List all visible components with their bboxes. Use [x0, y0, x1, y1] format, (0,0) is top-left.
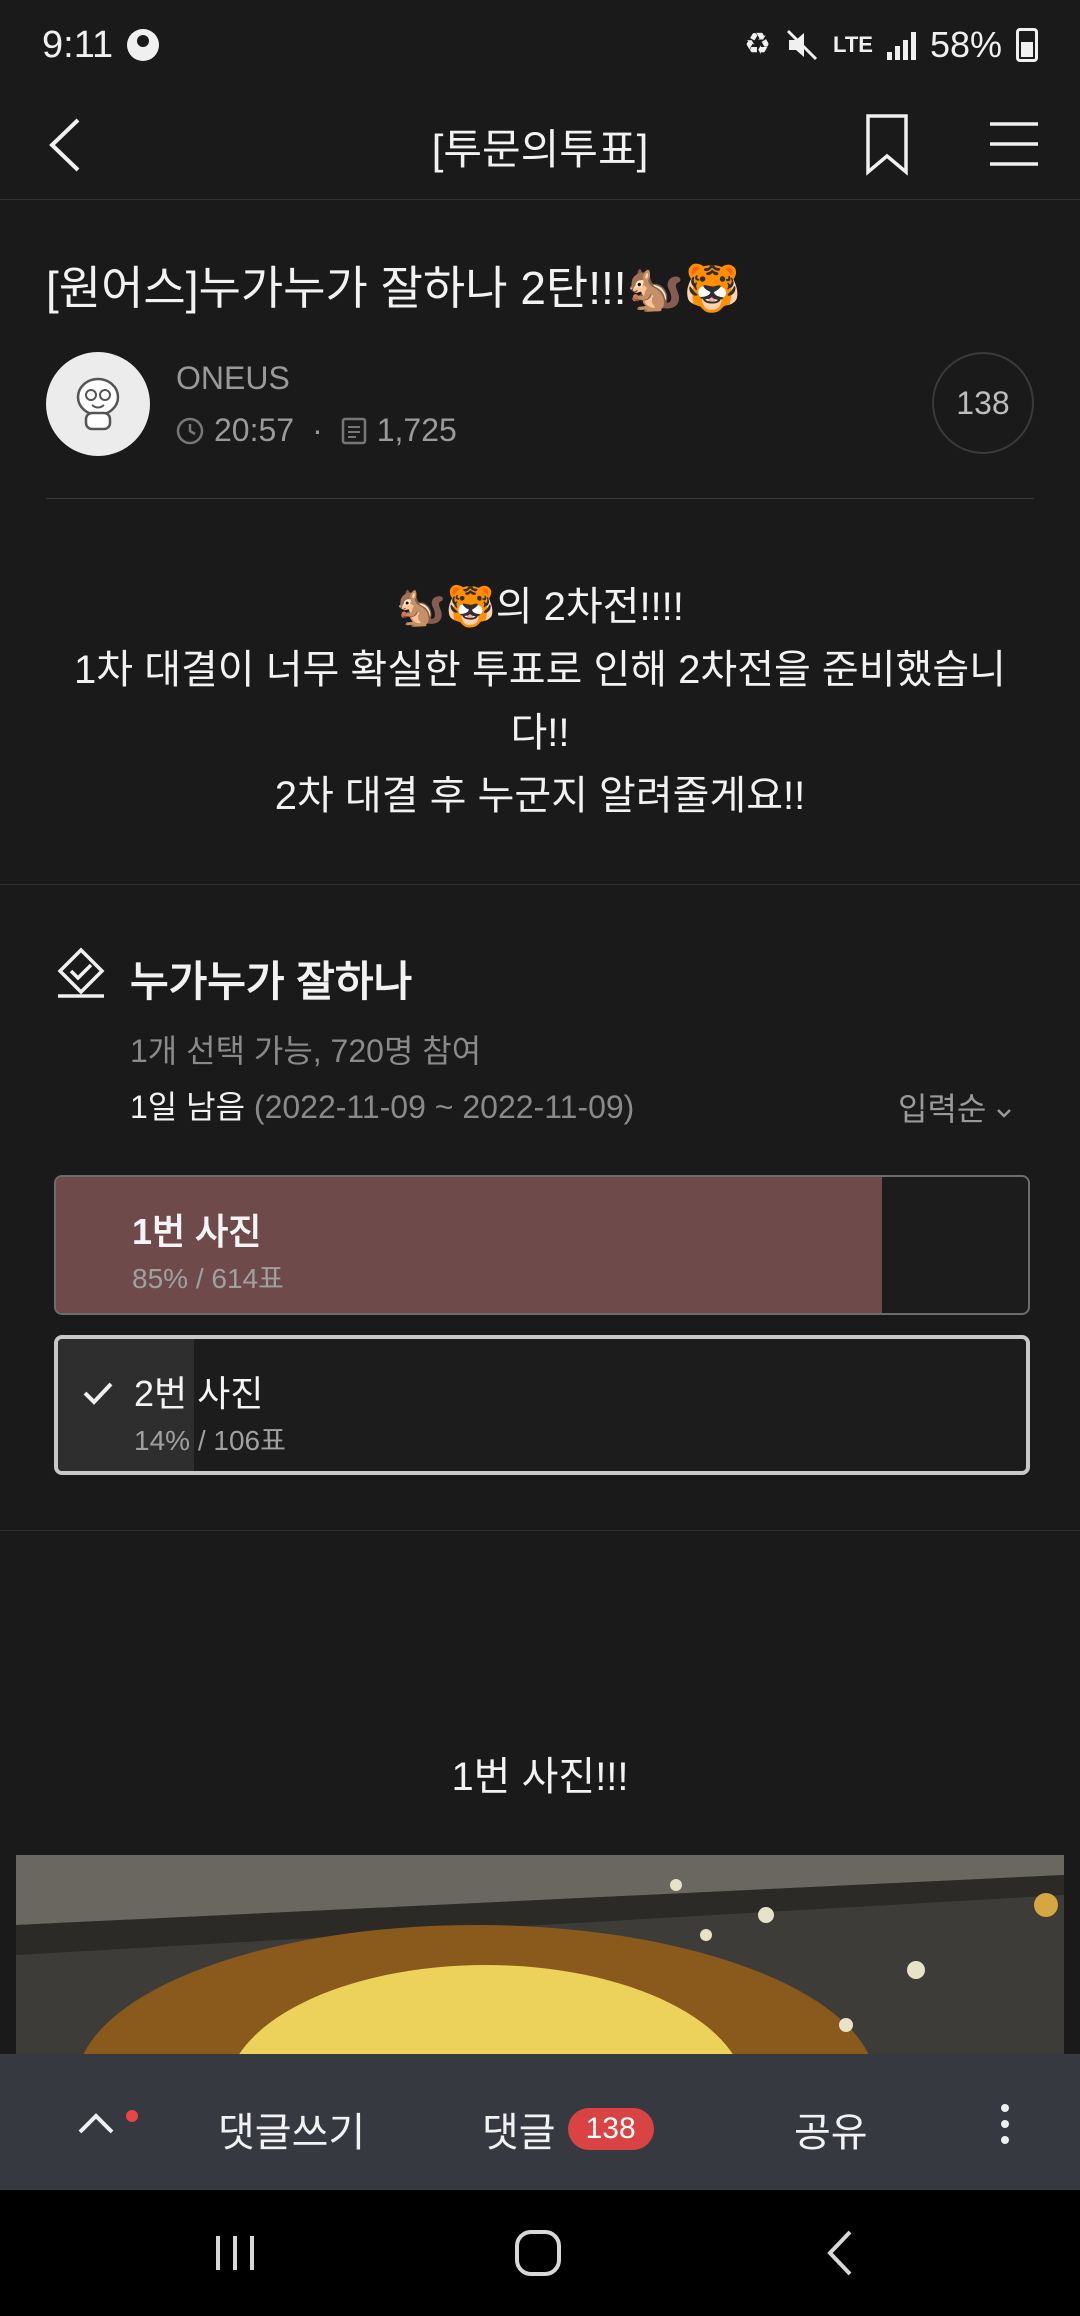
battery-percent: 58% — [929, 24, 1002, 65]
write-comment-button[interactable]: 댓글쓰기 — [218, 2100, 365, 2158]
body-line: 다!! — [510, 711, 570, 755]
author-name[interactable]: ONEUS — [176, 360, 290, 397]
clock-icon — [176, 417, 204, 444]
comments-button[interactable]: 댓글 138 — [482, 2100, 654, 2158]
divider — [46, 498, 1034, 499]
divider — [0, 884, 1080, 885]
battery-icon — [1016, 28, 1038, 62]
app-bar: [투문의투표] — [0, 90, 1080, 200]
system-back-icon[interactable] — [806, 2218, 876, 2288]
status-time: 9:11 — [42, 23, 114, 66]
status-bar: 9:11 ♻ LTE 58% — [0, 0, 1080, 90]
poll-option-selected[interactable]: 2번 사진 14% / 106표 — [54, 1335, 1030, 1475]
poll-title: 누가누가 잘하나 — [130, 958, 413, 1005]
post-title: [원어스]누가누가 잘하나 2탄!!!🐿️🐯 — [46, 262, 742, 314]
option-label: 2번 사진 — [134, 1373, 264, 1414]
body-line: 2차 대결 후 누군지 알려줄게요!! — [274, 774, 806, 818]
notification-dot — [126, 2110, 138, 2122]
comments-badge: 138 — [567, 2108, 654, 2150]
account-icon — [127, 29, 160, 61]
check-icon — [83, 1382, 113, 1405]
avatar[interactable] — [46, 352, 150, 456]
option-stats: 85% / 614표 — [132, 1263, 284, 1294]
poll-remaining: 1일 남음 (2022-11-09 ~ 2022-11-09) — [130, 1082, 634, 1128]
hamburger-menu-icon[interactable] — [986, 116, 1042, 172]
food-photo[interactable] — [16, 1855, 1064, 2055]
chevron-up-icon[interactable] — [66, 2094, 126, 2154]
option-label: 1번 사진 — [132, 1211, 262, 1252]
image-caption: 1번 사진!!! — [451, 1755, 629, 1799]
poll-check-icon — [57, 947, 105, 998]
avatar-character-icon — [76, 377, 120, 431]
sort-label: 입력순 — [898, 1091, 987, 1127]
divider — [0, 1530, 1080, 1531]
photo-image — [16, 1855, 1064, 2055]
mute-icon — [786, 29, 818, 61]
recent-apps-icon[interactable] — [200, 2218, 270, 2288]
meta-separator: · — [312, 412, 323, 448]
body-line: 1차 대결이 너무 확실한 투표로 인해 2차전을 준비했습니 — [74, 648, 1006, 692]
view-count: 1,725 — [376, 412, 457, 448]
comments-label: 댓글 — [482, 2111, 556, 2155]
poll-date-range: (2022-11-09 ~ 2022-11-09) — [253, 1089, 635, 1125]
chevron-down-icon — [997, 1109, 1012, 1118]
body-line: 🐿️🐯의 2차전!!!! — [396, 585, 684, 629]
bookmark-icon[interactable] — [862, 110, 912, 180]
comment-count-button[interactable]: 138 — [932, 352, 1034, 454]
post-body: 🐿️🐯의 2차전!!!! 1차 대결이 너무 확실한 투표로 인해 2차전을 준… — [60, 576, 1020, 828]
post-time: 20:57 — [214, 412, 295, 448]
home-icon[interactable] — [503, 2218, 573, 2288]
sort-dropdown[interactable]: 입력순 — [898, 1084, 1013, 1130]
network-type: LTE — [833, 32, 873, 57]
more-vertical-icon[interactable] — [990, 2094, 1020, 2154]
battery-saver-icon: ♻ — [744, 28, 772, 61]
poll-meta: 1개 선택 가능, 720명 참여 — [130, 1033, 482, 1069]
bottom-action-bar: 댓글쓰기 댓글 138 공유 — [0, 2054, 1080, 2190]
views-icon — [341, 417, 366, 444]
remaining-time: 1일 남음 — [130, 1089, 246, 1125]
post-meta: 20:57 · 1,725 — [176, 412, 457, 449]
share-button[interactable]: 공유 — [794, 2100, 868, 2158]
option-stats: 14% / 106표 — [134, 1425, 286, 1456]
system-nav-bar — [0, 2190, 1080, 2316]
board-title: [투문의투표] — [431, 126, 649, 173]
signal-icon — [886, 30, 916, 60]
poll-option[interactable]: 1번 사진 85% / 614표 — [54, 1175, 1030, 1315]
